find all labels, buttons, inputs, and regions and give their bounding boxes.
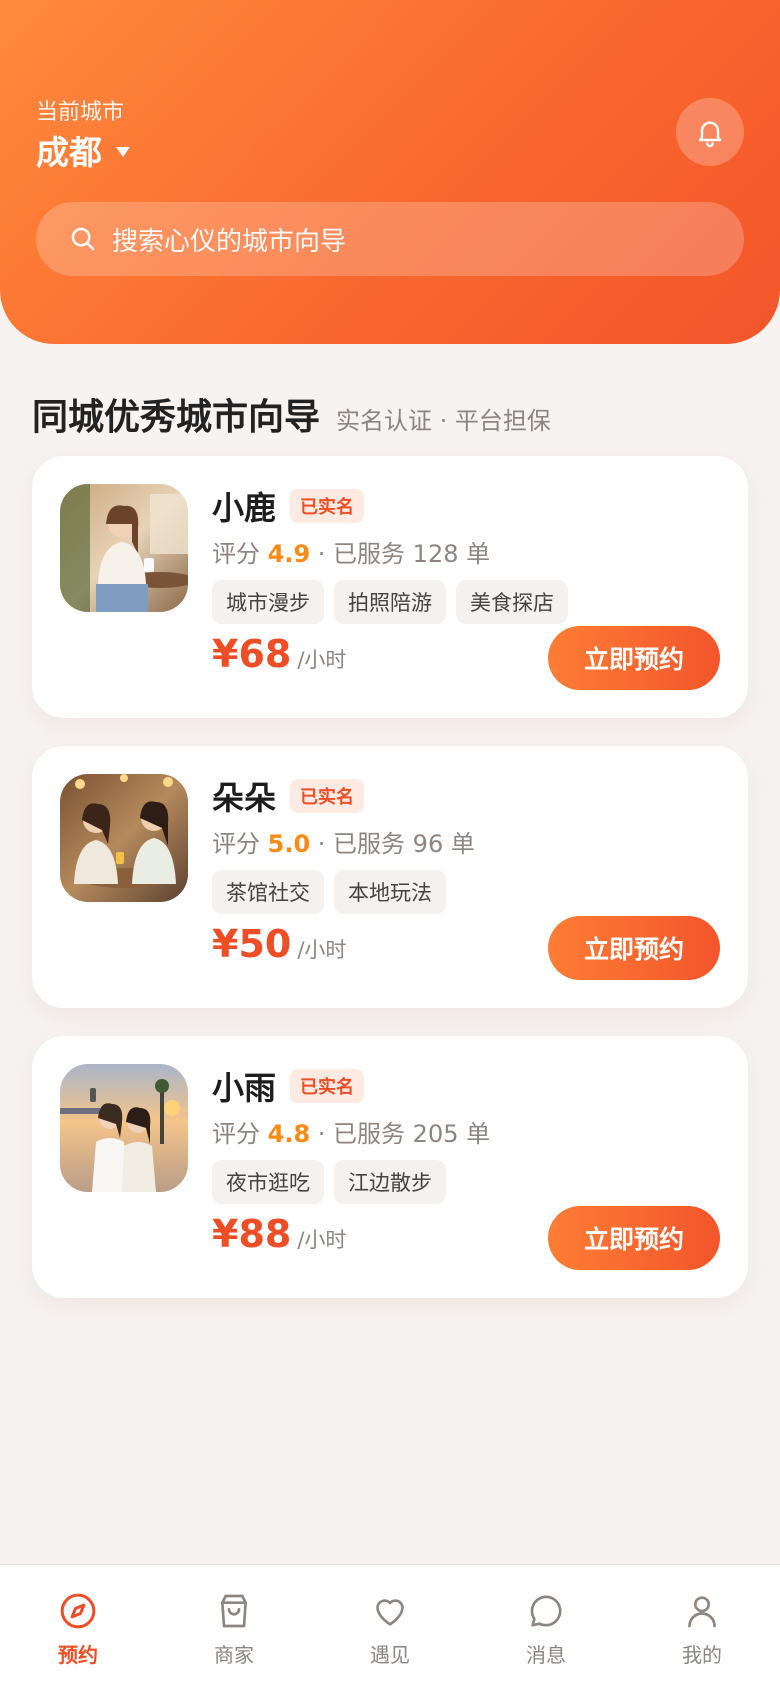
tab-label: 商家 <box>214 1643 254 1667</box>
caret-down-icon <box>116 147 130 157</box>
price: ¥50 /小时 <box>212 922 346 966</box>
guide-avatar <box>60 1064 188 1192</box>
user-icon <box>682 1591 722 1631</box>
compass-icon <box>58 1591 98 1631</box>
tab-label: 预约 <box>58 1643 98 1667</box>
rating-value: 4.9 <box>267 540 311 568</box>
price-unit: /小时 <box>297 1228 347 1252</box>
heart-icon <box>370 1591 410 1631</box>
tag: 本地玩法 <box>334 870 446 914</box>
bell-icon <box>698 121 722 148</box>
guide-name: 小雨 <box>212 1069 277 1107</box>
stats-prefix: 评分 <box>212 830 268 858</box>
price-value: ¥50 <box>212 922 292 966</box>
shopping-bag-icon <box>214 1591 254 1631</box>
tag: 城市漫步 <box>212 580 324 624</box>
verified-badge: 已实名 <box>290 1069 365 1103</box>
guide-card[interactable]: 朵朵 已实名 评分 5.0 · 已服务 96 单 茶馆社交 本地玩法 ¥50 /… <box>32 746 748 1008</box>
guide-card[interactable]: 小雨 已实名 评分 4.8 · 已服务 205 单 夜市逛吃 江边散步 ¥88 … <box>32 1036 748 1298</box>
guide-card[interactable]: 小鹿 已实名 评分 4.9 · 已服务 128 单 城市漫步 拍照陪游 美食探店… <box>32 456 748 718</box>
stats-suffix: · 已服务 128 单 <box>310 540 491 568</box>
search-icon <box>68 224 98 254</box>
stats-prefix: 评分 <box>212 1120 268 1148</box>
stats-suffix: · 已服务 96 单 <box>310 830 475 858</box>
tab-meet[interactable]: 遇见 <box>312 1565 468 1688</box>
tab-profile[interactable]: 我的 <box>624 1565 780 1688</box>
tab-merchants[interactable]: 商家 <box>156 1565 312 1688</box>
tag: 美食探店 <box>456 580 568 624</box>
section-title: 同城优秀城市向导 <box>32 397 321 438</box>
rating-value: 5.0 <box>267 830 311 858</box>
price-unit: /小时 <box>297 938 347 962</box>
verified-badge: 已实名 <box>290 779 365 813</box>
guide-stats: 评分 4.8 · 已服务 205 单 <box>212 1114 724 1150</box>
city-name: 成都 <box>36 133 102 172</box>
price-unit: /小时 <box>297 648 347 672</box>
verified-badge: 已实名 <box>290 489 365 523</box>
city-label: 当前城市 <box>36 100 125 125</box>
section-subtitle: 实名认证 · 平台担保 <box>336 407 551 435</box>
bottom-tab-bar: 预约 商家 遇见 消息 我的 <box>0 1564 780 1688</box>
guide-avatar <box>60 484 188 612</box>
tag: 夜市逛吃 <box>212 1160 324 1204</box>
guide-stats: 评分 4.9 · 已服务 128 单 <box>212 534 724 570</box>
price: ¥88 /小时 <box>212 1212 346 1256</box>
section-header: 同城优秀城市向导 实名认证 · 平台担保 <box>32 388 551 440</box>
search-placeholder: 搜索心仪的城市向导 <box>112 226 347 257</box>
book-now-button[interactable]: 立即预约 <box>548 1206 720 1270</box>
app-screen: 当前城市 成都 搜索心仪的城市向导 同城优秀城市向导 实名认证 · 平台担保 小… <box>0 0 780 1688</box>
stats-suffix: · 已服务 205 单 <box>310 1120 491 1148</box>
tag: 茶馆社交 <box>212 870 324 914</box>
guide-name: 朵朵 <box>212 779 277 817</box>
tag: 江边散步 <box>334 1160 446 1204</box>
book-now-button[interactable]: 立即预约 <box>548 626 720 690</box>
guide-stats: 评分 5.0 · 已服务 96 单 <box>212 824 724 860</box>
tab-label: 我的 <box>682 1643 722 1667</box>
notification-button[interactable] <box>676 98 744 166</box>
stats-prefix: 评分 <box>212 540 268 568</box>
guide-avatar <box>60 774 188 902</box>
tab-label: 遇见 <box>370 1643 410 1667</box>
tag-list: 夜市逛吃 江边散步 <box>212 1160 724 1204</box>
tag: 拍照陪游 <box>334 580 446 624</box>
price: ¥68 /小时 <box>212 632 346 676</box>
book-now-button[interactable]: 立即预约 <box>548 916 720 980</box>
header: 当前城市 成都 搜索心仪的城市向导 <box>0 0 780 344</box>
search-bar[interactable]: 搜索心仪的城市向导 <box>36 202 744 276</box>
tag-list: 茶馆社交 本地玩法 <box>212 870 724 914</box>
rating-value: 4.8 <box>267 1120 311 1148</box>
price-value: ¥88 <box>212 1212 292 1256</box>
tag-list: 城市漫步 拍照陪游 美食探店 <box>212 580 724 624</box>
tab-label: 消息 <box>526 1643 566 1667</box>
chat-bubble-icon <box>526 1591 566 1631</box>
tab-booking[interactable]: 预约 <box>0 1565 156 1688</box>
price-value: ¥68 <box>212 632 292 676</box>
city-selector[interactable]: 成都 <box>36 126 130 174</box>
guide-name: 小鹿 <box>212 489 277 527</box>
tab-messages[interactable]: 消息 <box>468 1565 624 1688</box>
